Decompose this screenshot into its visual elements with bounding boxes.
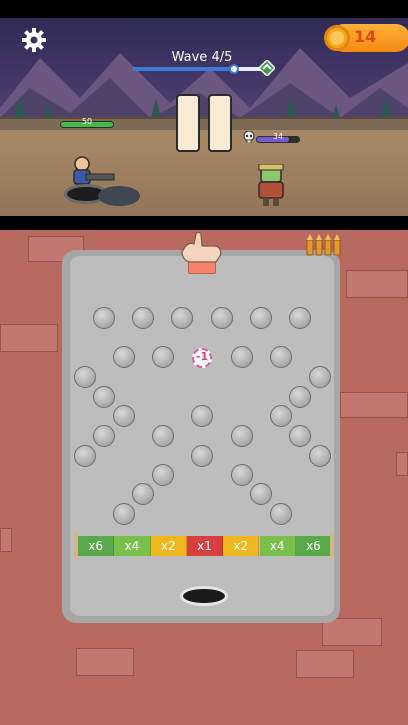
ground — [0, 130, 408, 216]
peg — [191, 445, 213, 467]
brick — [322, 618, 382, 646]
skull-icon — [243, 131, 255, 143]
brick — [296, 650, 354, 678]
peg — [270, 346, 292, 368]
brick — [346, 270, 408, 298]
enemy-health-value: 34 — [272, 132, 284, 141]
peg — [231, 425, 253, 447]
peg — [250, 307, 272, 329]
peg — [309, 445, 331, 467]
rock — [98, 186, 140, 206]
peg — [270, 503, 292, 525]
peg — [74, 366, 96, 388]
brick — [396, 452, 408, 476]
peg — [113, 346, 135, 368]
peg — [74, 445, 96, 467]
peg — [152, 464, 174, 486]
zombie-enemy — [258, 164, 284, 206]
brick — [340, 392, 408, 418]
peg — [113, 405, 135, 427]
peg — [152, 425, 174, 447]
multiplier-slot: x6 — [295, 536, 333, 556]
peg — [289, 307, 311, 329]
game-screen: 14 Wave 4/5 50 34 -1 x6 x4 x2 x1 x2 x4 x6 — [0, 0, 408, 725]
peg — [231, 464, 253, 486]
multiplier-rail-right — [330, 533, 334, 559]
peg — [211, 307, 233, 329]
bullets-icon — [306, 234, 341, 256]
peg — [270, 405, 292, 427]
wave-progress-marker — [228, 64, 239, 74]
wave-label: Wave 4/5 — [171, 50, 233, 65]
divider-band — [0, 216, 408, 230]
goal-chevron-icon — [259, 60, 275, 76]
peg — [289, 425, 311, 447]
peg — [113, 503, 135, 525]
multiplier-slot: x4 — [259, 536, 296, 556]
settings-button[interactable] — [20, 26, 48, 54]
brick — [0, 324, 58, 352]
peg — [152, 346, 174, 368]
pause-left-bar[interactable] — [176, 94, 200, 152]
wave-progress-fill — [133, 67, 234, 71]
peg — [93, 386, 115, 408]
peg — [132, 307, 154, 329]
multiplier-slot: x2 — [150, 536, 187, 556]
peg — [93, 307, 115, 329]
multiplier-slot: x4 — [114, 536, 151, 556]
brick — [76, 648, 134, 676]
peg — [289, 386, 311, 408]
multiplier-slot: x2 — [223, 536, 260, 556]
brick — [0, 528, 12, 552]
coin-amount: 14 — [354, 27, 377, 46]
peg — [93, 425, 115, 447]
peg — [309, 366, 331, 388]
peg — [191, 405, 213, 427]
coin-icon-inner — [330, 31, 344, 45]
collector-hole — [180, 586, 228, 606]
hand-icon — [181, 232, 222, 263]
peg — [250, 483, 272, 505]
peg — [132, 483, 154, 505]
player-health-value: 50 — [81, 117, 93, 126]
multiplier-slot: x6 — [78, 536, 115, 556]
peg — [231, 346, 253, 368]
pause-right-bar[interactable] — [208, 94, 232, 152]
gear-icon — [22, 28, 46, 52]
ball-value: -1 — [195, 350, 209, 363]
multiplier-slot: x1 — [186, 536, 224, 556]
peg — [171, 307, 193, 329]
